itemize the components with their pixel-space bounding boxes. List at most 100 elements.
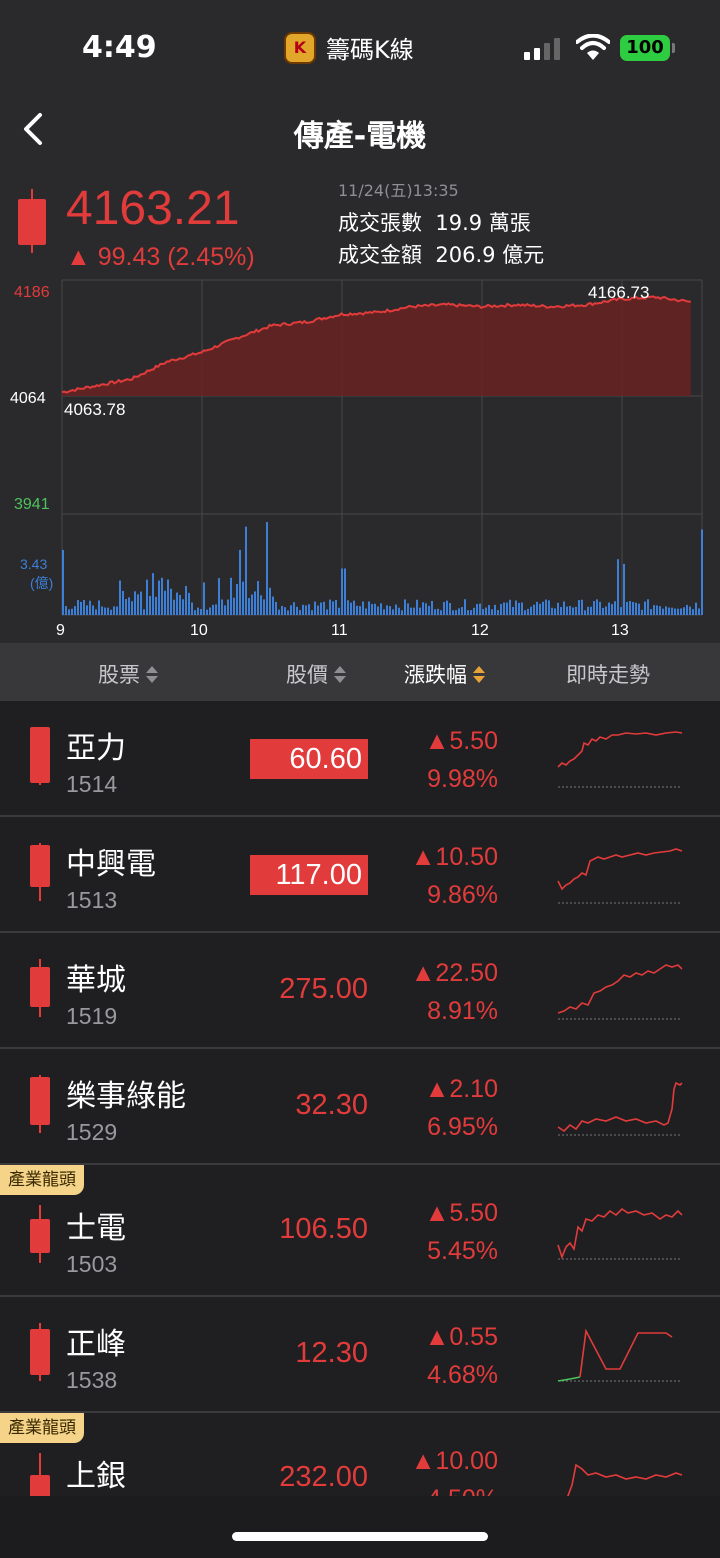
volume-bar xyxy=(695,602,697,615)
volume-bar xyxy=(62,549,64,615)
volume-bar xyxy=(641,609,643,615)
volume-bar xyxy=(134,591,136,615)
stock-name: 樂事綠能 xyxy=(66,1079,186,1114)
volume-bar xyxy=(428,605,430,615)
volume-bar xyxy=(146,579,148,615)
volume-bar xyxy=(638,603,640,615)
stock-change-pct: 8.91% xyxy=(427,997,498,1025)
volume-bar xyxy=(545,599,547,615)
volume-bar xyxy=(269,587,271,615)
stock-change-pct: 9.98% xyxy=(427,765,498,793)
stock-code: 1503 xyxy=(66,1251,118,1277)
volume-bar xyxy=(224,605,226,615)
volume-bar xyxy=(329,599,331,615)
volume-bar xyxy=(608,602,610,615)
volume-bar xyxy=(95,609,97,615)
volume-bar xyxy=(425,603,427,615)
intraday-chart[interactable]: 4186 4064 3941 3.43 (億) 4166.73 4063.78 … xyxy=(0,277,720,643)
sort-by-price[interactable]: 股價 xyxy=(286,659,346,689)
volume-bar xyxy=(233,597,235,615)
volume-bar xyxy=(488,605,490,615)
volume-bar xyxy=(686,604,688,615)
stock-row[interactable]: 士電 1503 106.50 ▲5.50 5.45% xyxy=(0,1165,720,1297)
volume-bar xyxy=(281,605,283,615)
index-change: ▲ 99.43 (2.45%) xyxy=(66,243,255,271)
volume-bar xyxy=(689,606,691,615)
stock-row[interactable]: 中興電 1513 117.00 ▲10.50 9.86% xyxy=(0,817,720,933)
volume-bar xyxy=(245,526,247,615)
candle-icon xyxy=(30,843,50,901)
volume-bar xyxy=(356,605,358,615)
stock-list[interactable]: 亞力 1514 60.60 ▲5.50 9.98% 中興電 1513 117.0… xyxy=(0,701,720,1496)
volume-bar xyxy=(500,604,502,615)
volume-bar xyxy=(401,610,403,615)
volume-bar xyxy=(131,601,133,615)
industry-leader-tag: 產業龍頭 xyxy=(0,1413,84,1443)
col-stock-label: 股票 xyxy=(98,663,140,687)
volume-bar xyxy=(665,606,667,615)
volume-bar xyxy=(293,602,295,615)
volume-bar xyxy=(68,609,70,615)
col-change-label: 漲跌幅 xyxy=(404,663,467,687)
volume-bar xyxy=(203,582,205,615)
y-label-mid: 4064 xyxy=(10,390,46,407)
volume-bar xyxy=(266,522,268,615)
volume-bar xyxy=(506,602,508,615)
volume-bar xyxy=(398,607,400,615)
volume-bar xyxy=(350,602,352,615)
app-name: 籌碼K線 xyxy=(326,36,414,64)
x-tick-10: 10 xyxy=(190,622,208,639)
volume-bar xyxy=(596,599,598,615)
stock-price: 106.50 xyxy=(279,1213,368,1245)
stock-change: ▲0.55 xyxy=(424,1323,498,1351)
home-indicator[interactable] xyxy=(232,1532,488,1541)
sort-icon xyxy=(146,665,158,683)
volume-bar xyxy=(287,610,289,615)
volume-bar xyxy=(464,599,466,615)
volume-bar xyxy=(416,599,418,615)
volume-bar xyxy=(167,579,169,615)
stock-name: 華城 xyxy=(66,963,126,998)
volume-bar xyxy=(368,601,370,615)
volume-bar xyxy=(566,606,568,615)
volume-max-label: 3.43 xyxy=(20,556,47,572)
sort-by-stock[interactable]: 股票 xyxy=(98,659,158,689)
list-header: 股票 股價 漲跌幅 即時走勢 xyxy=(0,643,720,701)
volume-bar xyxy=(371,603,373,615)
volume-bar xyxy=(515,600,517,615)
volume-bar xyxy=(377,606,379,615)
volume-bar xyxy=(560,607,562,615)
stock-row[interactable]: 亞力 1514 60.60 ▲5.50 9.98% xyxy=(0,701,720,817)
candle-icon xyxy=(30,1323,50,1381)
stock-row[interactable]: 樂事綠能 1529 32.30 ▲2.10 6.95% xyxy=(0,1049,720,1165)
candle-icon xyxy=(30,1205,50,1263)
volume-bar xyxy=(521,602,523,615)
stock-row[interactable]: 上銀 232.00 ▲10.00 4.50% xyxy=(0,1413,720,1496)
volume-bar xyxy=(359,606,361,615)
candle-icon xyxy=(30,959,50,1017)
volume-bar xyxy=(578,600,580,615)
volume-bar xyxy=(98,600,100,615)
volume-bar xyxy=(698,608,700,615)
volume-bar xyxy=(263,599,265,615)
volume-bar xyxy=(290,605,292,615)
volume-bar xyxy=(317,605,319,615)
volume-bar xyxy=(599,601,601,615)
volume-bar xyxy=(590,606,592,615)
volume-bar xyxy=(662,608,664,615)
volume-bar xyxy=(680,608,682,615)
amount-label: 成交金額 xyxy=(338,243,422,267)
volume-bar xyxy=(83,600,85,615)
volume-bar xyxy=(503,602,505,615)
volume-bar xyxy=(659,606,661,615)
volume-bar xyxy=(614,601,616,615)
stock-row[interactable]: 正峰 1538 12.30 ▲0.55 4.68% xyxy=(0,1297,720,1413)
sort-by-change[interactable]: 漲跌幅 xyxy=(404,659,485,689)
volume-bar xyxy=(302,604,304,615)
app-badge: K 籌碼K線 xyxy=(284,30,414,65)
volume-bar xyxy=(230,577,232,615)
volume-bar xyxy=(74,606,76,615)
volume-bar xyxy=(227,599,229,615)
stock-row[interactable]: 華城 1519 275.00 ▲22.50 8.91% xyxy=(0,933,720,1049)
candle-icon xyxy=(30,727,50,785)
